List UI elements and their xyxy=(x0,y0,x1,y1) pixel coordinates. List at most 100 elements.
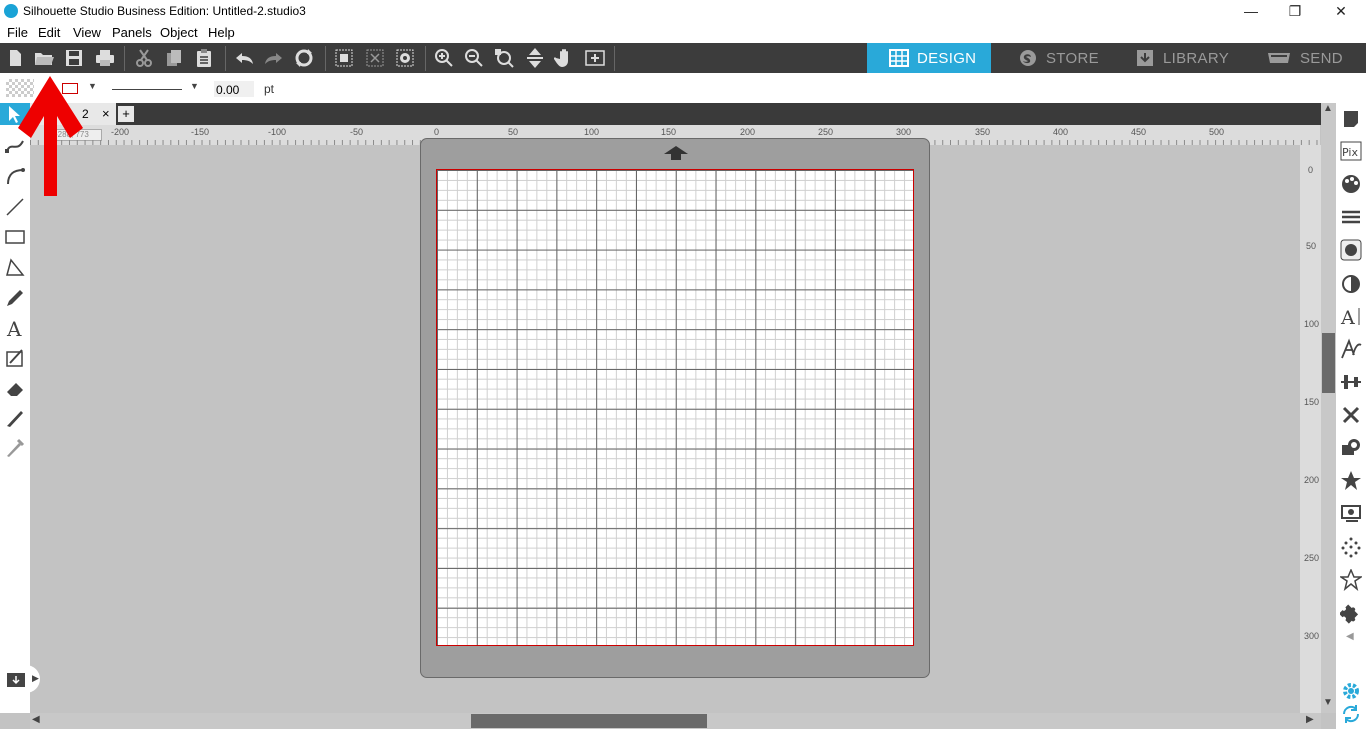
close-button[interactable]: ✕ xyxy=(1318,0,1364,22)
tab-design[interactable]: DESIGN xyxy=(867,43,991,73)
scroll-left-icon[interactable]: ◀ xyxy=(32,714,40,725)
line-width-input[interactable]: 0.00 xyxy=(214,81,254,97)
group-icon[interactable] xyxy=(333,47,355,69)
ruler-label: 50 xyxy=(508,127,519,137)
ruler-label: 250 xyxy=(818,127,834,137)
svg-text:A: A xyxy=(6,317,22,339)
right-panel-bar: Pix A ◀ xyxy=(1336,103,1366,729)
line-style-dropdown-icon[interactable]: ▼ xyxy=(190,81,199,91)
tab-send[interactable]: SEND xyxy=(1266,43,1366,73)
silhouette-logo-icon xyxy=(4,4,18,18)
minimize-button[interactable]: — xyxy=(1228,0,1274,22)
horizontal-scrollbar[interactable]: ◀ ▶ xyxy=(30,713,1321,729)
ruler-label: 100 xyxy=(584,127,600,137)
scroll-right-icon[interactable]: ▶ xyxy=(1306,714,1314,725)
compound-path-icon[interactable] xyxy=(394,47,416,69)
library-drawer-toggle[interactable]: ▶ xyxy=(2,665,40,693)
toolbar-separator xyxy=(425,46,426,71)
undo-icon[interactable] xyxy=(233,47,255,69)
page-setup-icon[interactable] xyxy=(1340,108,1362,130)
line-style-icon[interactable] xyxy=(1340,206,1362,228)
puzzle-icon[interactable] xyxy=(1340,602,1362,624)
modify-icon[interactable] xyxy=(1340,437,1362,459)
open-folder-icon[interactable] xyxy=(33,47,55,69)
menu-object[interactable]: Object xyxy=(160,25,198,40)
polygon-icon[interactable] xyxy=(4,256,26,278)
tab-library[interactable]: LIBRARY xyxy=(1135,43,1253,73)
print-icon[interactable] xyxy=(94,47,116,69)
ruler-label: 50 xyxy=(1306,241,1317,251)
scroll-up-icon[interactable]: ▲ xyxy=(1323,103,1333,114)
knife-icon[interactable] xyxy=(4,407,26,429)
grid-icon xyxy=(889,49,909,67)
line-color-dropdown-icon[interactable]: ▼ xyxy=(88,81,97,91)
menu-panels[interactable]: Panels xyxy=(112,25,152,40)
ruler-label: 450 xyxy=(1131,127,1147,137)
rectangle-icon[interactable] xyxy=(4,226,26,248)
menu-view[interactable]: View xyxy=(73,25,101,40)
align-icon[interactable] xyxy=(1340,371,1362,393)
add-page-icon[interactable] xyxy=(584,47,606,69)
settings-gear-icon[interactable] xyxy=(1340,680,1362,702)
text-icon[interactable]: A xyxy=(4,317,26,339)
restore-button[interactable]: ❐ xyxy=(1272,0,1318,22)
fill-pattern-icon[interactable] xyxy=(1340,239,1362,261)
window-title: Silhouette Studio Business Edition: Unti… xyxy=(23,4,306,18)
fill-color-icon[interactable] xyxy=(1340,173,1362,195)
ruler-label: 500 xyxy=(1209,127,1225,137)
pixscan-icon[interactable]: Pix xyxy=(1340,140,1362,162)
library-download-icon xyxy=(1137,50,1153,66)
replicate-icon[interactable] xyxy=(293,47,315,69)
add-tab-button[interactable]: + xyxy=(118,106,134,122)
pan-hand-icon[interactable] xyxy=(554,47,576,69)
menu-edit[interactable]: Edit xyxy=(38,25,60,40)
red-annotation-arrow xyxy=(18,76,83,196)
vertical-ruler: 0 50 100 150 200 250 300 xyxy=(1300,145,1321,713)
toolbar-separator xyxy=(614,46,615,71)
toolbar-separator xyxy=(325,46,326,71)
ruler-label: -200 xyxy=(111,127,130,137)
horizontal-scroll-thumb[interactable] xyxy=(471,714,707,728)
ungroup-icon[interactable] xyxy=(364,47,386,69)
fit-to-page-icon[interactable] xyxy=(524,47,546,69)
left-toolbar: A ▶ xyxy=(0,125,40,713)
trace-icon[interactable] xyxy=(1340,536,1362,558)
tab-library-label: LIBRARY xyxy=(1163,49,1230,67)
design-grid[interactable] xyxy=(436,169,914,646)
transform-icon[interactable] xyxy=(1340,404,1362,426)
line-style-preview[interactable] xyxy=(112,89,182,90)
zoom-out-icon[interactable] xyxy=(463,47,485,69)
send-panel-icon[interactable] xyxy=(1340,503,1362,525)
svg-text:A: A xyxy=(1340,307,1355,327)
rhinestone-icon[interactable] xyxy=(1340,569,1362,591)
gradient-icon[interactable] xyxy=(1340,273,1362,295)
copy-icon[interactable] xyxy=(163,47,185,69)
zoom-in-icon[interactable] xyxy=(433,47,455,69)
save-icon[interactable] xyxy=(63,47,85,69)
line-icon[interactable] xyxy=(4,196,26,218)
vertical-scrollbar[interactable]: ▲ ▼ xyxy=(1321,103,1336,713)
pencil-icon[interactable] xyxy=(4,287,26,309)
sync-icon[interactable] xyxy=(1340,703,1362,725)
scroll-down-icon[interactable]: ▼ xyxy=(1323,697,1333,708)
document-tab-close[interactable]: × xyxy=(102,106,110,121)
ruler-label: -150 xyxy=(191,127,210,137)
design-store-icon[interactable] xyxy=(1340,470,1362,492)
cut-icon[interactable] xyxy=(133,47,155,69)
sketch-icon[interactable] xyxy=(4,347,26,369)
text-style-icon[interactable]: A xyxy=(1340,305,1362,327)
new-document-icon[interactable] xyxy=(4,47,26,69)
redo-icon[interactable] xyxy=(263,47,285,69)
mat-feed-arrow-icon xyxy=(664,146,688,160)
panel-collapse-icon[interactable]: ◀ xyxy=(1346,631,1354,642)
paste-icon[interactable] xyxy=(193,47,215,69)
tab-store[interactable]: STORE xyxy=(1018,43,1128,73)
zoom-selection-icon[interactable] xyxy=(493,47,515,69)
ruler-label: 350 xyxy=(975,127,991,137)
text-to-path-icon[interactable] xyxy=(1340,338,1362,360)
menu-help[interactable]: Help xyxy=(208,25,235,40)
menu-file[interactable]: File xyxy=(7,25,28,40)
eraser-icon[interactable] xyxy=(4,377,26,399)
vertical-scroll-thumb[interactable] xyxy=(1322,333,1335,393)
eyedropper-icon[interactable] xyxy=(4,437,26,459)
